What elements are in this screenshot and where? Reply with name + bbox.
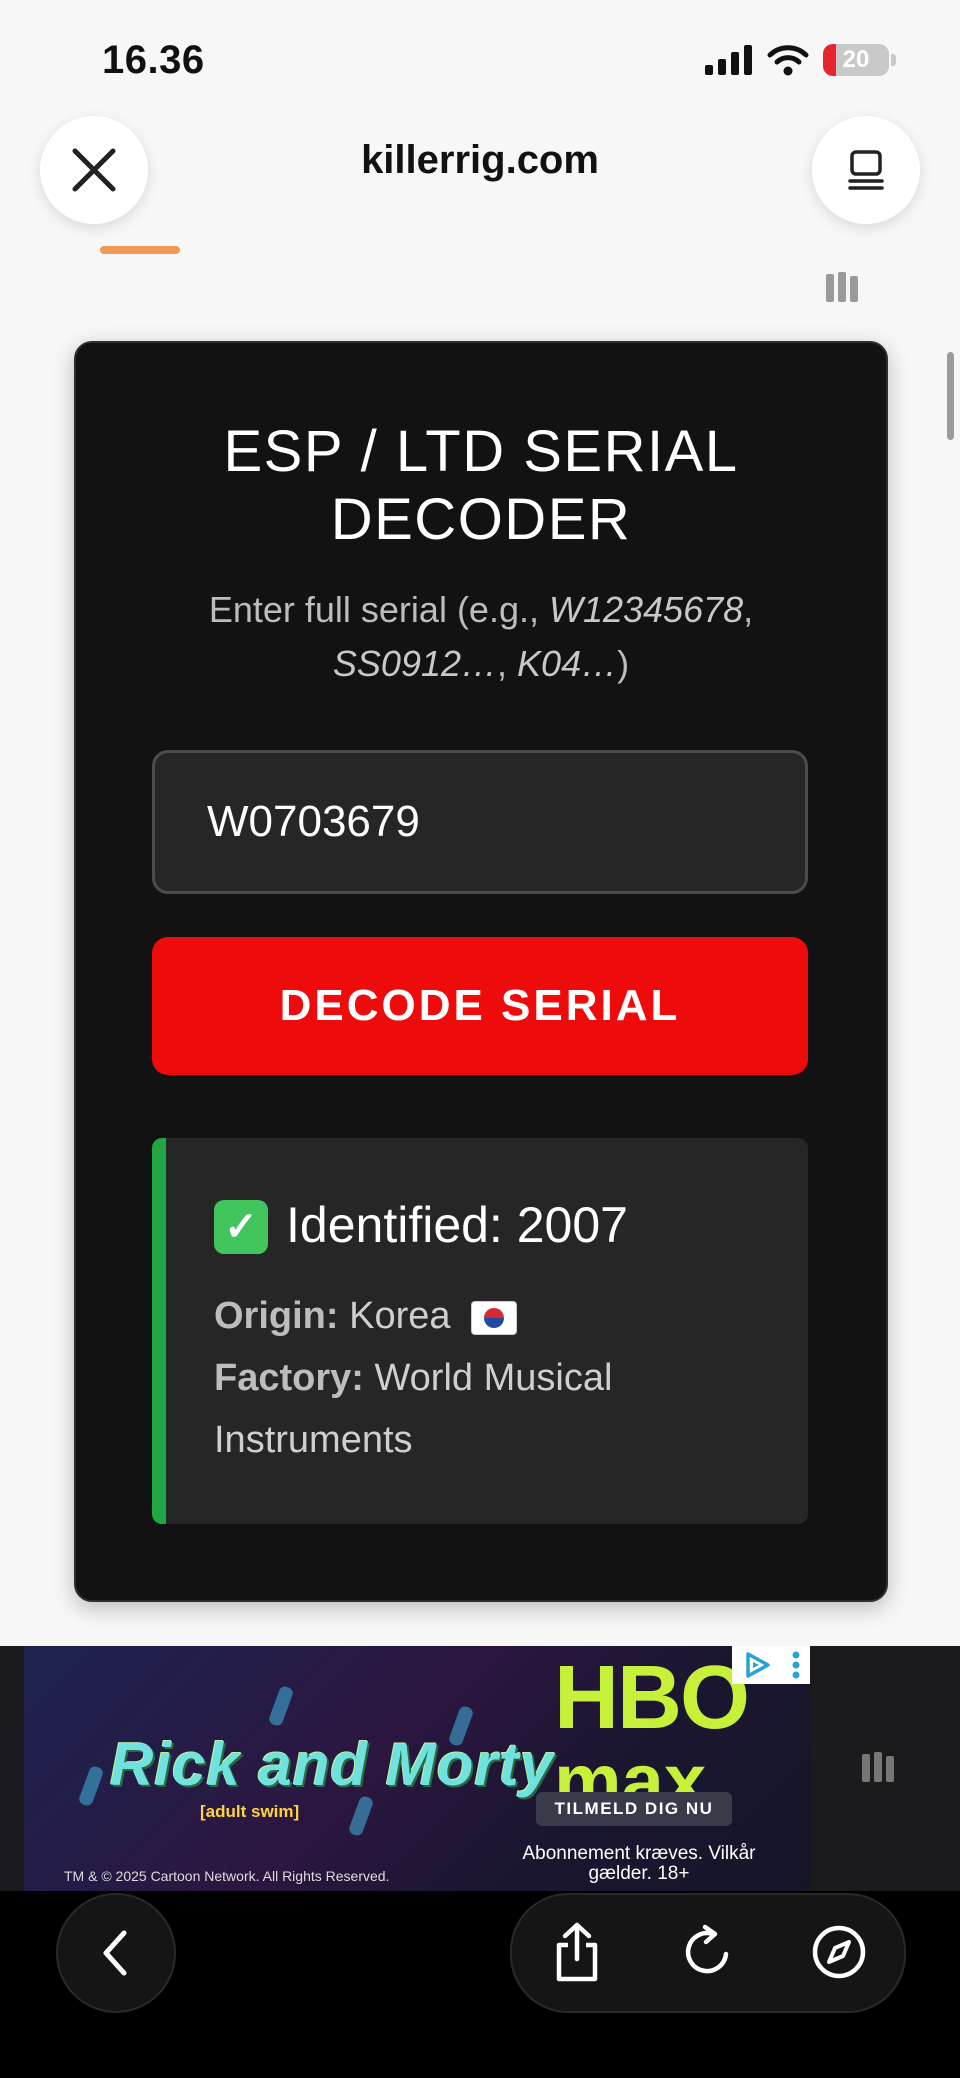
status-time: 16.36: [102, 38, 205, 82]
page-load-accent: [100, 246, 180, 254]
factory-label: Factory:: [214, 1357, 364, 1399]
watermark-icon-2: [862, 1752, 894, 1782]
title-line-1: ESP / LTD SERIAL: [223, 419, 739, 484]
ad-cta-button[interactable]: TILMELD DIG NU: [536, 1792, 732, 1826]
tabs-button[interactable]: [812, 116, 920, 224]
battery-fill: [823, 44, 837, 76]
example-serial-1: W12345678: [548, 589, 744, 630]
compass-icon: [812, 1925, 866, 1979]
decoder-card: ESP / LTD SERIAL DECODER Enter full seri…: [74, 341, 888, 1602]
page-scrollbar[interactable]: [947, 352, 954, 440]
share-button[interactable]: [544, 1919, 610, 1985]
battery-percent: 20: [842, 46, 870, 73]
instructions-text: Enter full serial (e.g., W12345678, SS091…: [116, 583, 846, 691]
origin-value: Korea: [349, 1295, 451, 1337]
serial-input[interactable]: [152, 750, 808, 894]
instructions-prefix: Enter full serial (e.g.,: [208, 589, 549, 630]
ad-choices-icon: [745, 1652, 770, 1678]
ad-show-network: [adult swim]: [200, 1802, 300, 1821]
wifi-icon: [767, 45, 809, 76]
compass-button[interactable]: [806, 1919, 872, 1985]
ad-copyright: TM & © 2025 Cartoon Network. All Rights …: [64, 1868, 390, 1884]
reload-button[interactable]: [674, 1919, 740, 1985]
ad-decor: [347, 1794, 375, 1838]
ad-show-title: Rick and Morty: [110, 1731, 555, 1798]
ad-decor: [267, 1684, 295, 1728]
result-panel: ✓ Identified: 2007 Origin: Korea Factory…: [152, 1138, 808, 1524]
toolbar-actions: [510, 1893, 906, 2013]
ad-terms: Abonnement kræves. Vilkår gælder. 18+: [522, 1843, 756, 1884]
status-icons: 20: [705, 44, 896, 76]
instructions-separator-2: ,: [497, 643, 518, 684]
instructions-suffix: ): [617, 643, 630, 684]
ad-decor: [77, 1764, 105, 1808]
title-line-2: DECODER: [330, 487, 632, 552]
instructions-separator-1: ,: [743, 589, 754, 630]
korea-flag-icon: [471, 1300, 518, 1335]
factory-line: Factory: World Musical Instruments: [214, 1347, 774, 1471]
origin-line: Origin: Korea: [214, 1285, 774, 1347]
check-mark-icon: ✓: [214, 1200, 268, 1254]
ad-banner[interactable]: Rick and Morty [adult swim] TM & © 2025 …: [24, 1646, 810, 1891]
ad-more-icon: [792, 1651, 799, 1679]
ad-brand-line-1: HBO: [554, 1648, 750, 1748]
result-title: Identified: 2007: [286, 1197, 628, 1253]
reload-icon: [685, 1924, 729, 1974]
share-icon: [556, 1922, 598, 1982]
origin-label: Origin:: [214, 1295, 339, 1337]
page-title: ESP / LTD SERIAL DECODER: [76, 418, 886, 554]
battery-tip: [891, 54, 896, 66]
ad-choices-button[interactable]: [732, 1646, 810, 1684]
battery-icon: 20: [823, 44, 889, 76]
signal-icon: [705, 45, 752, 75]
decode-serial-button[interactable]: DECODE SERIAL: [152, 937, 808, 1075]
tabs-overview-icon: [848, 150, 884, 190]
back-icon: [103, 1930, 127, 1976]
example-serial-3: K04…: [517, 643, 618, 684]
back-button[interactable]: [56, 1893, 176, 2013]
watermark-icon: [826, 272, 858, 302]
example-serial-2: SS0912…: [332, 643, 498, 684]
